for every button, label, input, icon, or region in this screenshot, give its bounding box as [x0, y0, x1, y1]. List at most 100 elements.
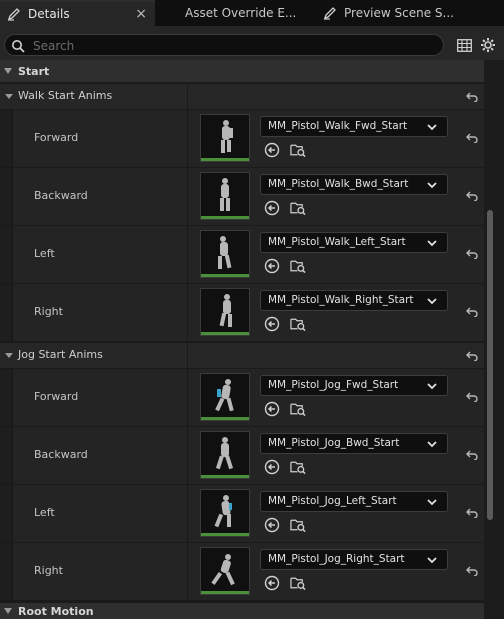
pencil-icon — [6, 6, 22, 22]
property-row-jog-forward: Forward MM_Pistol_Jog_Fwd_Start — [0, 369, 484, 427]
search-icon — [11, 38, 25, 57]
property-row-walk-left: Left MM_Pistol_Walk_Left_Start — [0, 226, 484, 284]
chevron-down-icon — [427, 180, 437, 192]
chevron-down-icon — [427, 497, 437, 509]
asset-picker-combo[interactable]: MM_Pistol_Walk_Fwd_Start — [260, 116, 448, 137]
category-label: Start — [18, 64, 50, 78]
asset-name: MM_Pistol_Walk_Bwd_Start — [268, 178, 409, 190]
browse-to-asset-icon[interactable] — [290, 316, 306, 332]
tab-asset-override-editor[interactable]: Asset Override E... — [185, 0, 310, 26]
asset-picker-combo[interactable]: MM_Pistol_Walk_Bwd_Start — [260, 174, 448, 195]
chevron-down-icon — [4, 68, 12, 74]
animation-thumbnail[interactable] — [200, 114, 250, 162]
property-label: Forward — [34, 390, 79, 403]
category-root-motion[interactable]: Root Motion — [0, 603, 484, 619]
asset-picker-combo[interactable]: MM_Pistol_Jog_Left_Start — [260, 491, 448, 512]
reset-to-default-icon[interactable] — [460, 128, 484, 148]
tab-label: Preview Scene S... — [344, 6, 454, 20]
property-label: Right — [34, 564, 63, 577]
property-label: Right — [34, 305, 63, 318]
use-selected-asset-icon[interactable] — [264, 459, 280, 475]
asset-name: MM_Pistol_Walk_Right_Start — [268, 294, 414, 306]
reset-to-default-icon[interactable] — [460, 561, 484, 581]
group-walk-start-anims[interactable]: Walk Start Anims — [0, 84, 484, 110]
table-view-icon[interactable] — [455, 36, 473, 54]
chevron-down-icon — [427, 439, 437, 451]
chevron-down-icon — [427, 296, 437, 308]
asset-name: MM_Pistol_Jog_Left_Start — [268, 495, 397, 507]
property-label: Forward — [34, 131, 79, 144]
use-selected-asset-icon[interactable] — [264, 258, 280, 274]
browse-to-asset-icon[interactable] — [290, 258, 306, 274]
chevron-down-icon — [427, 555, 437, 567]
animation-thumbnail[interactable] — [200, 373, 250, 421]
group-jog-start-anims[interactable]: Jog Start Anims — [0, 343, 484, 369]
asset-name: MM_Pistol_Jog_Bwd_Start — [268, 437, 400, 449]
asset-picker-combo[interactable]: MM_Pistol_Jog_Bwd_Start — [260, 433, 448, 454]
tab-label: Asset Override E... — [185, 6, 297, 20]
chevron-down-icon — [4, 608, 12, 614]
group-label: Walk Start Anims — [18, 89, 113, 102]
animation-thumbnail[interactable] — [200, 489, 250, 537]
browse-to-asset-icon[interactable] — [290, 459, 306, 475]
reset-to-default-icon[interactable] — [460, 346, 484, 366]
property-row-walk-forward: Forward MM_Pistol_Walk_Fwd_Start — [0, 110, 484, 168]
close-icon[interactable]: × — [135, 6, 147, 22]
property-label: Backward — [34, 448, 88, 461]
chevron-down-icon — [5, 353, 13, 358]
property-label: Left — [34, 247, 55, 260]
tab-details[interactable]: Details × — [0, 0, 155, 26]
use-selected-asset-icon[interactable] — [264, 200, 280, 216]
browse-to-asset-icon[interactable] — [290, 200, 306, 216]
reset-to-default-icon[interactable] — [460, 244, 484, 264]
property-row-walk-backward: Backward MM_Pistol_Walk_Bwd_Start — [0, 168, 484, 226]
asset-name: MM_Pistol_Jog_Fwd_Start — [268, 379, 399, 391]
reset-to-default-icon[interactable] — [460, 503, 484, 523]
animation-thumbnail[interactable] — [200, 288, 250, 336]
chevron-down-icon — [427, 238, 437, 250]
pencil-icon — [322, 5, 338, 21]
use-selected-asset-icon[interactable] — [264, 517, 280, 533]
use-selected-asset-icon[interactable] — [264, 142, 280, 158]
browse-to-asset-icon[interactable] — [290, 575, 306, 591]
chevron-down-icon — [5, 94, 13, 99]
property-label: Backward — [34, 189, 88, 202]
scrollbar-thumb[interactable] — [487, 210, 493, 520]
chevron-down-icon — [427, 381, 437, 393]
reset-to-default-icon[interactable] — [460, 186, 484, 206]
browse-to-asset-icon[interactable] — [290, 142, 306, 158]
property-row-jog-left: Left MM_Pistol_Jog_Left_Start — [0, 485, 484, 543]
tab-preview-scene-settings[interactable]: Preview Scene S... — [318, 0, 468, 26]
property-label: Left — [34, 506, 55, 519]
use-selected-asset-icon[interactable] — [264, 575, 280, 591]
gear-icon[interactable] — [479, 36, 497, 54]
category-start[interactable]: Start — [0, 60, 484, 82]
animation-thumbnail[interactable] — [200, 547, 250, 595]
property-row-walk-right: Right MM_Pistol_Walk_Right_Start — [0, 284, 484, 342]
property-row-jog-right: Right MM_Pistol_Jog_Right_Start — [0, 543, 484, 601]
asset-picker-combo[interactable]: MM_Pistol_Walk_Right_Start — [260, 290, 448, 311]
search-box[interactable] — [4, 34, 444, 56]
use-selected-asset-icon[interactable] — [264, 401, 280, 417]
reset-to-default-icon[interactable] — [460, 302, 484, 322]
chevron-down-icon — [427, 122, 437, 134]
asset-name: MM_Pistol_Walk_Left_Start — [268, 236, 406, 248]
use-selected-asset-icon[interactable] — [264, 316, 280, 332]
browse-to-asset-icon[interactable] — [290, 517, 306, 533]
asset-name: MM_Pistol_Walk_Fwd_Start — [268, 120, 408, 132]
asset-name: MM_Pistol_Jog_Right_Start — [268, 553, 405, 565]
asset-picker-combo[interactable]: MM_Pistol_Jog_Fwd_Start — [260, 375, 448, 396]
reset-to-default-icon[interactable] — [460, 445, 484, 465]
asset-picker-combo[interactable]: MM_Pistol_Jog_Right_Start — [260, 549, 448, 570]
animation-thumbnail[interactable] — [200, 172, 250, 220]
animation-thumbnail[interactable] — [200, 230, 250, 278]
reset-to-default-icon[interactable] — [460, 387, 484, 407]
property-row-jog-backward: Backward MM_Pistol_Jog_Bwd_Start — [0, 427, 484, 485]
group-label: Jog Start Anims — [18, 348, 103, 361]
reset-to-default-icon[interactable] — [460, 87, 484, 107]
search-input[interactable] — [31, 36, 435, 56]
animation-thumbnail[interactable] — [200, 431, 250, 479]
asset-picker-combo[interactable]: MM_Pistol_Walk_Left_Start — [260, 232, 448, 253]
tab-bar: Details × Asset Override E... Preview Sc… — [0, 0, 504, 26]
browse-to-asset-icon[interactable] — [290, 401, 306, 417]
